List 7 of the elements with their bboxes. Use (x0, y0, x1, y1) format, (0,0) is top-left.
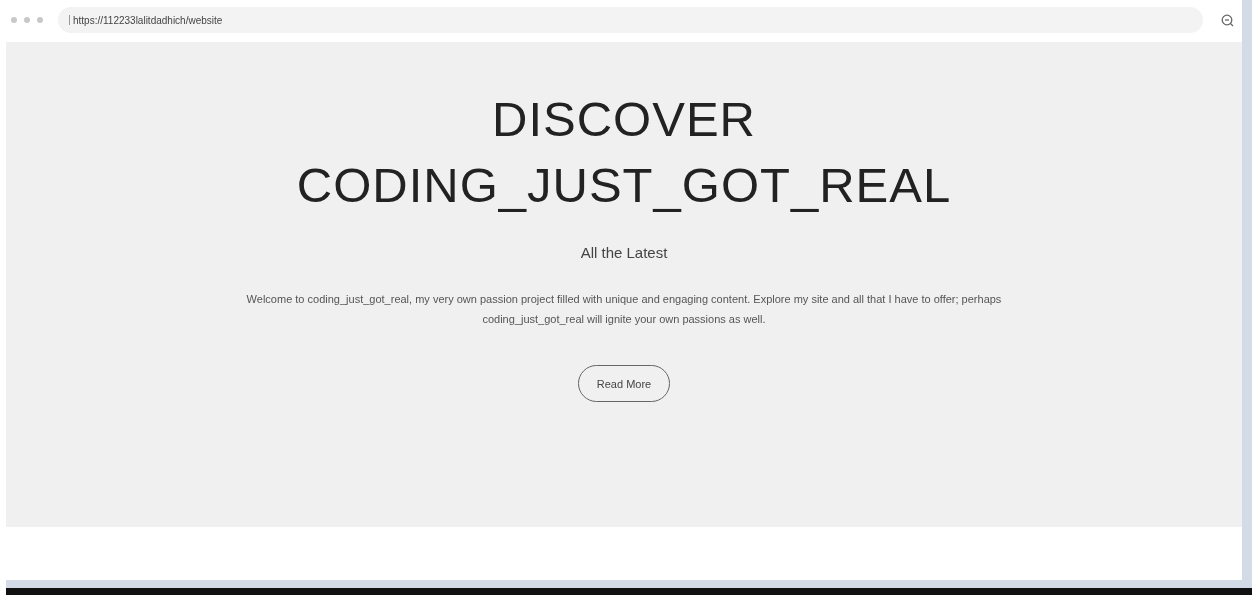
window-dots-icon (10, 16, 44, 24)
address-bar[interactable]: https://112233lalitdadhich/website (58, 7, 1203, 33)
hero-title: DISCOVER (491, 91, 757, 148)
hero-paragraph: Welcome to coding_just_got_real, my very own passion project filled with unique and engaging content. Explore my site and all that I have to offer; perhaps coding_just_got_real will ignite your own passions as well. (245, 292, 1003, 327)
hero-subtitle: All the Latest (580, 244, 668, 261)
hero-title: CODING_JUST_GOT_REAL (296, 157, 952, 214)
zoom-out-icon[interactable] (1221, 13, 1234, 27)
